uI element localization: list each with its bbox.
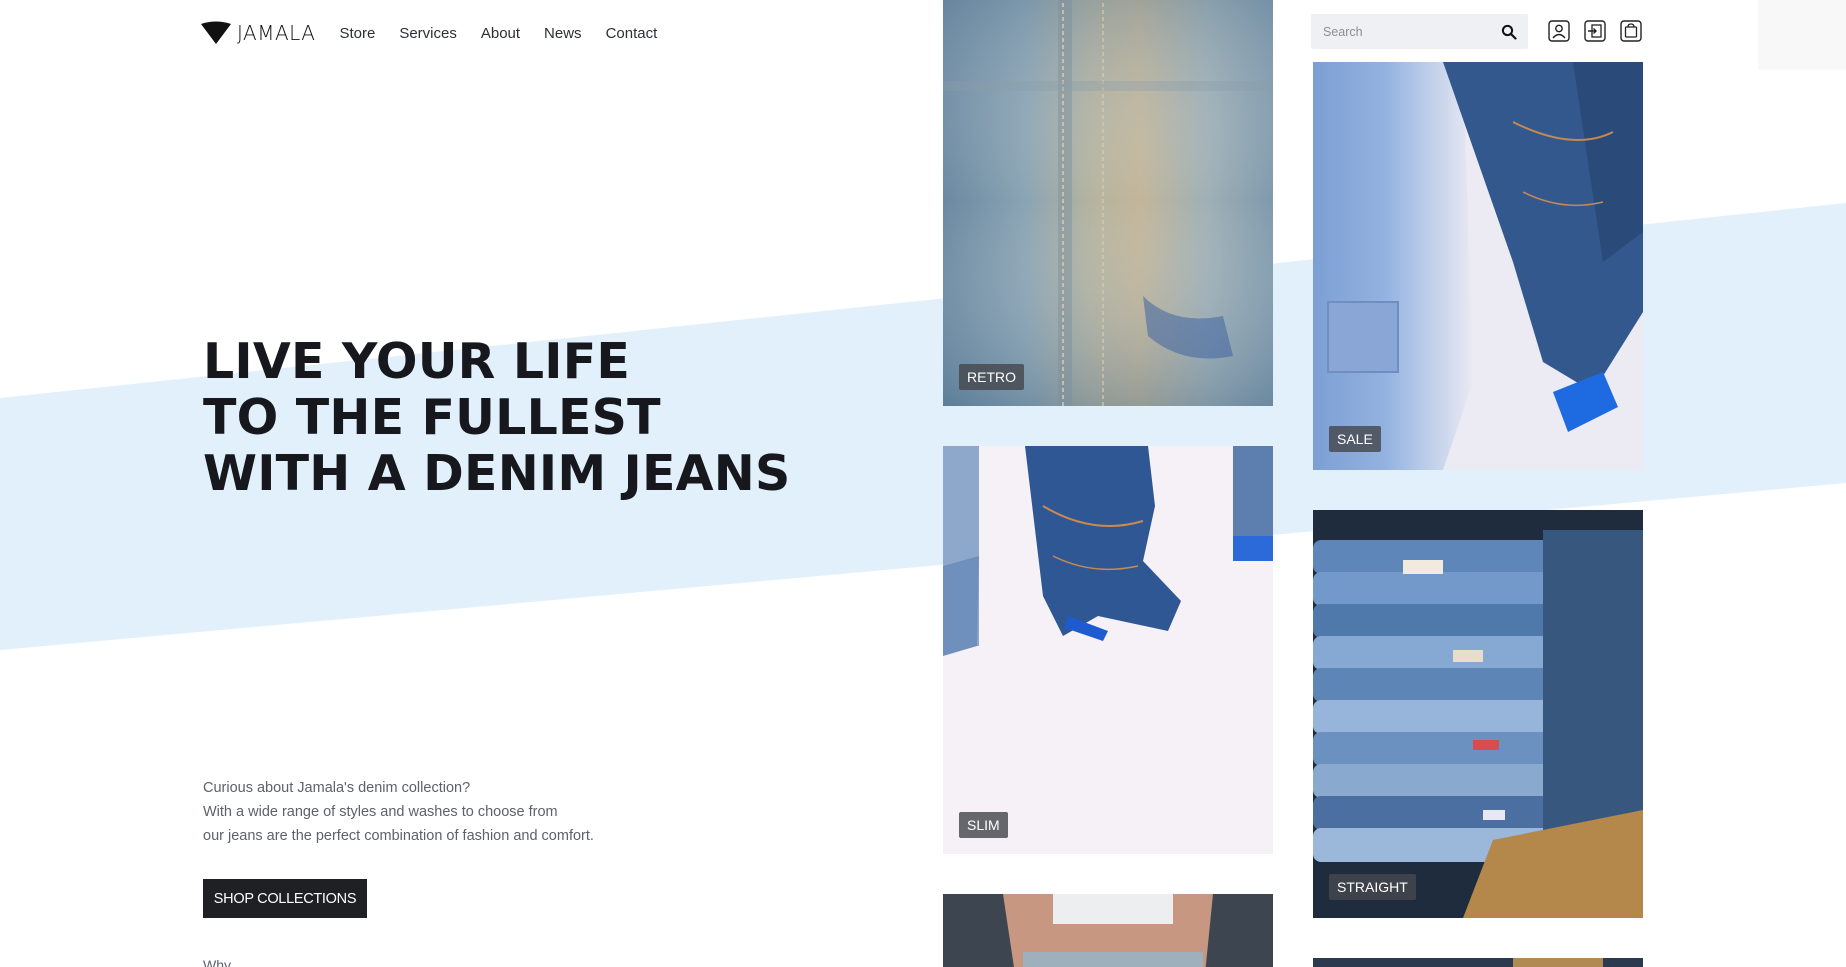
folded-jeans-stack-photo [1313, 510, 1643, 918]
nav-link-news[interactable]: News [544, 25, 582, 42]
collection-tile-partial[interactable] [1313, 958, 1643, 967]
hero-title-line: TO THE FULLEST [203, 389, 661, 446]
cart-icon[interactable] [1619, 19, 1643, 43]
denim-partial-photo [1313, 958, 1643, 967]
hanging-jeans-photo [1313, 62, 1643, 470]
login-icon[interactable] [1583, 19, 1607, 43]
hero-title-line: LIVE YOUR LIFE [203, 333, 631, 390]
corner-fade [1758, 0, 1846, 70]
jeans-on-wall-photo [943, 446, 1273, 854]
why-section-heading: Why [203, 957, 231, 967]
collection-tile-sale[interactable]: SALE [1313, 62, 1643, 470]
collection-tile-partial[interactable] [943, 894, 1273, 967]
model-waist-photo [943, 894, 1273, 967]
description-line: Curious about Jamala's denim collection? [203, 780, 471, 796]
description-line: With a wide range of styles and washes t… [203, 804, 558, 820]
search-bar [1311, 14, 1528, 49]
collection-tile-slim[interactable]: SLIM [943, 446, 1273, 854]
tile-label-retro: RETRO [959, 364, 1024, 390]
nav-link-about[interactable]: About [481, 25, 520, 42]
tile-label-sale: SALE [1329, 426, 1381, 452]
collection-tile-straight[interactable]: STRAIGHT [1313, 510, 1643, 918]
diamond-logo-icon [201, 21, 231, 44]
tile-label-straight: STRAIGHT [1329, 874, 1416, 900]
description-line: our jeans are the perfect combination of… [203, 828, 594, 844]
hero-title: LIVE YOUR LIFE TO THE FULLEST WITH A DEN… [203, 334, 791, 502]
brand-logo[interactable]: JAMALA [200, 21, 315, 45]
hero-title-line: WITH A DENIM JEANS [203, 445, 791, 502]
denim-fabric-photo [943, 0, 1273, 406]
brand-name: JAMALA [237, 21, 316, 45]
hero-description: Curious about Jamala's denim collection?… [203, 776, 594, 848]
account-icon[interactable] [1547, 19, 1571, 43]
shop-collections-button[interactable]: SHOP COLLECTIONS [203, 879, 367, 918]
tile-label-slim: SLIM [959, 812, 1008, 838]
nav-link-services[interactable]: Services [399, 25, 457, 42]
search-input[interactable] [1323, 24, 1500, 39]
search-icon[interactable] [1500, 23, 1518, 41]
main-nav: JAMALA Store Services About News Contact [200, 18, 657, 48]
collection-tile-retro[interactable]: RETRO [943, 0, 1273, 406]
nav-link-store[interactable]: Store [339, 25, 375, 42]
nav-link-contact[interactable]: Contact [606, 25, 658, 42]
